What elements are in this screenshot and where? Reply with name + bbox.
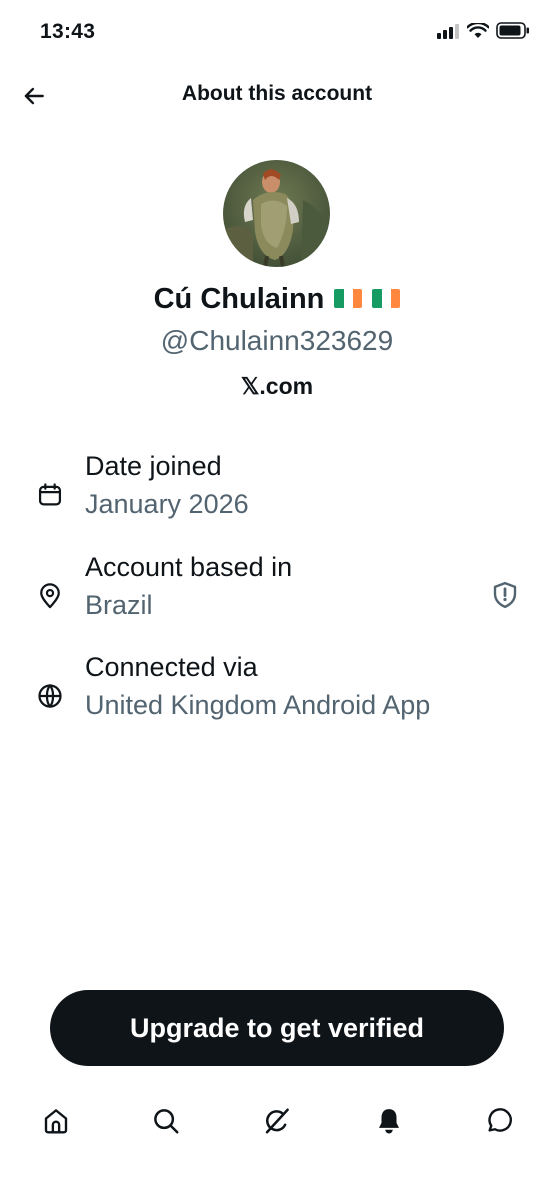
signal-icon [437, 23, 459, 39]
globe-icon [34, 680, 66, 712]
info-row-connected-via: Connected via United Kingdom Android App [0, 652, 554, 732]
upgrade-button[interactable]: Upgrade to get verified [50, 990, 504, 1066]
bottom-tab-bar [0, 1098, 554, 1144]
info-label: Date joined [85, 451, 222, 481]
status-icons [436, 22, 530, 39]
notifications-bell-icon[interactable] [366, 1098, 412, 1144]
ireland-flag-icon [334, 288, 363, 308]
info-value: Brazil [85, 590, 153, 620]
location-pin-icon [34, 580, 66, 612]
info-value: January 2026 [85, 489, 249, 519]
wifi-icon [467, 22, 489, 38]
search-icon[interactable] [143, 1098, 189, 1144]
status-time: 13:43 [40, 20, 96, 43]
info-row-date-joined: Date joined January 2026 [0, 451, 554, 531]
battery-icon [496, 22, 529, 39]
messages-icon[interactable] [476, 1098, 522, 1144]
status-bar: 13:43 [0, 0, 554, 60]
info-row-account-based-in: Account based in Brazil [0, 552, 554, 632]
site-label: 𝕏.com [240, 373, 314, 399]
info-label: Connected via [85, 652, 258, 682]
home-icon[interactable] [33, 1098, 79, 1144]
ireland-flag-icon [372, 288, 401, 308]
avatar[interactable] [223, 160, 330, 267]
page-title: About this account [181, 82, 373, 105]
calendar-icon [34, 479, 66, 511]
display-name-text: Cú Chulainn [153, 283, 325, 315]
grok-icon[interactable] [254, 1098, 300, 1144]
page-header: About this account [0, 70, 554, 120]
info-label: Account based in [85, 552, 293, 582]
info-value: United Kingdom Android App [85, 690, 431, 720]
avatar-image [223, 160, 330, 267]
profile-handle: @Chulainn323629 [160, 325, 394, 356]
shield-icon[interactable] [490, 580, 520, 610]
display-name: Cú Chulainn [0, 283, 554, 316]
